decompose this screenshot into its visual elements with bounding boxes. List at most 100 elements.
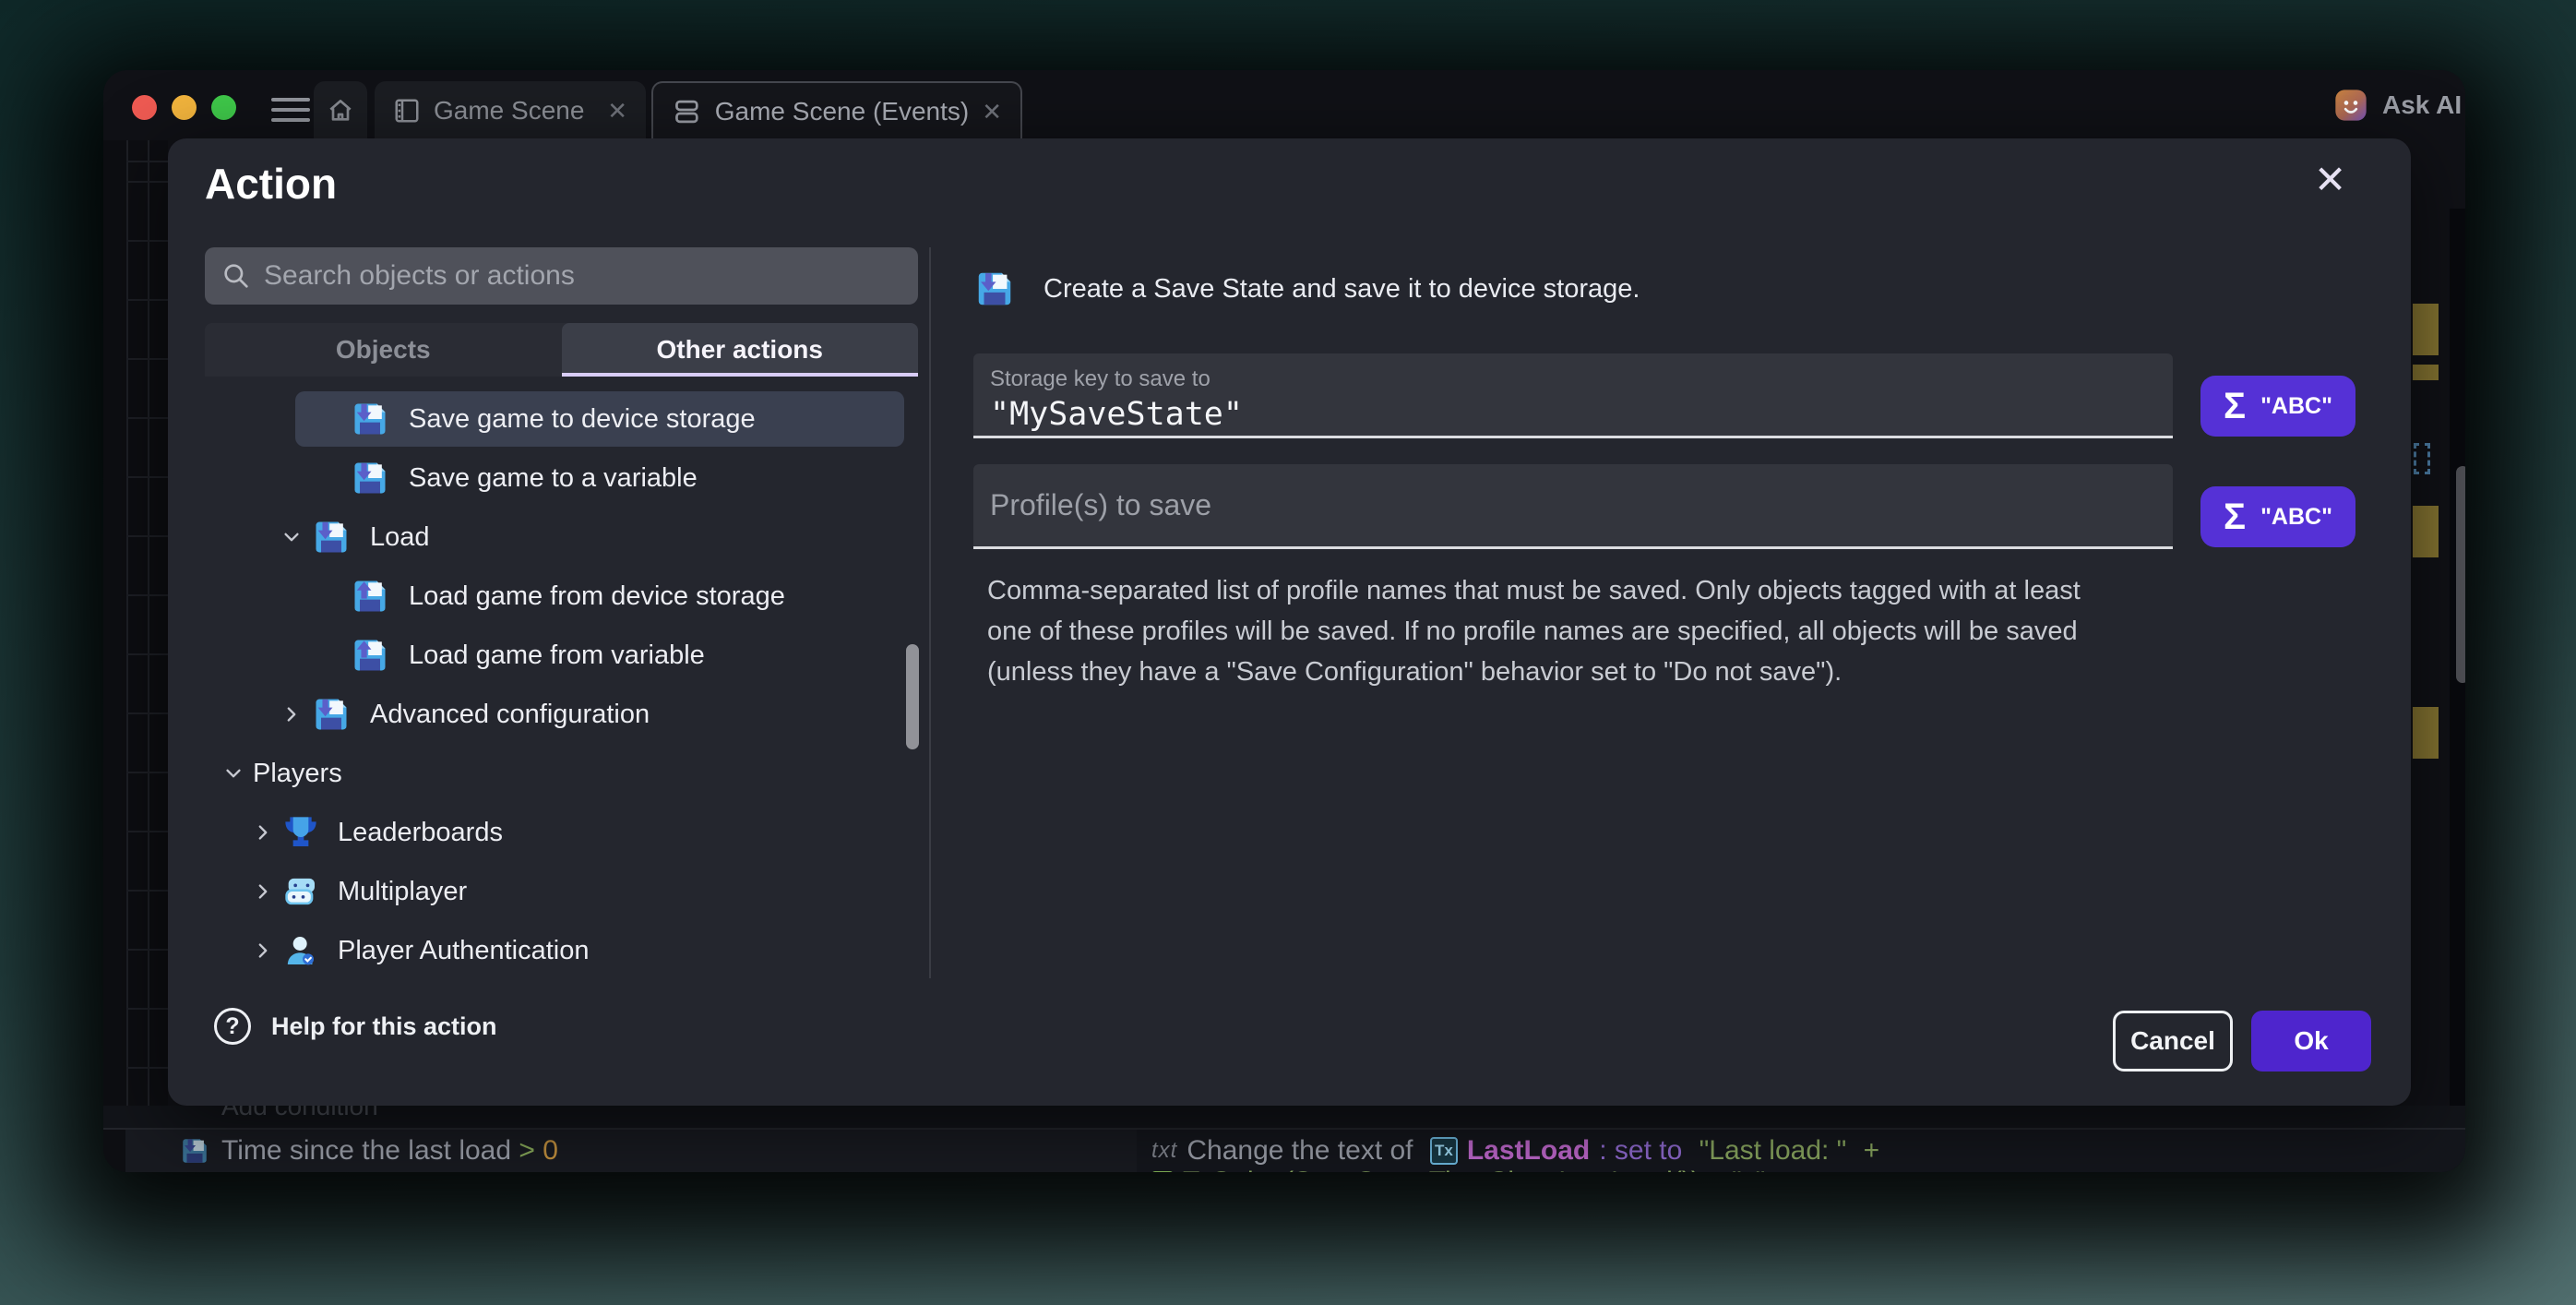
save-icon	[973, 268, 1016, 310]
tab-objects[interactable]: Objects	[205, 323, 562, 377]
storage-key-field[interactable]: Storage key to save to	[973, 353, 2173, 438]
gamepad-icon	[282, 873, 319, 910]
list-item-label: Load game from variable	[409, 641, 705, 671]
tab-label: Game Scene (Events)	[715, 97, 969, 126]
dialog-title: Action	[205, 159, 337, 209]
list-item-label: Multiplayer	[338, 877, 467, 907]
drop-indicator	[2414, 443, 2430, 474]
condition-text: Time since the last load > 0	[221, 1135, 558, 1167]
events-sheet: Add condition Time since the last load >…	[103, 1106, 2465, 1172]
actions-tree-list: Save game to device storage Save game to…	[205, 389, 924, 978]
list-item[interactable]: Leaderboards	[205, 803, 924, 862]
abc-label: "ABC"	[2260, 393, 2332, 420]
chevron-down-icon[interactable]	[221, 761, 245, 785]
tab-other-actions[interactable]: Other actions	[562, 323, 919, 377]
tab-game-scene-events[interactable]: Game Scene (Events) ✕	[651, 81, 1022, 140]
panel-divider	[929, 247, 931, 978]
help-link-label: Help for this action	[271, 1012, 497, 1041]
events-tab-icon	[672, 96, 702, 127]
list-item[interactable]: Players	[205, 744, 924, 803]
sigma-icon: Σ	[2224, 386, 2246, 427]
close-window-button[interactable]	[132, 95, 157, 120]
list-item-label: Leaderboards	[338, 818, 503, 848]
highlighted-action-fragment	[2413, 506, 2439, 557]
minimize-window-button[interactable]	[172, 95, 197, 120]
person-icon	[282, 932, 319, 969]
action-cell[interactable]: txt Change the text of Tx LastLoad : set t…	[1137, 1130, 2465, 1172]
tab-label: Game Scene	[434, 96, 584, 126]
home-tab[interactable]	[314, 81, 367, 140]
list-item-label: Player Authentication	[338, 936, 589, 966]
app-window: Game Scene ✕ Game Scene (Events) ✕ Ask A…	[103, 70, 2465, 1172]
action-dialog: Action ✕ Objects Other actions Save game…	[168, 138, 2411, 1106]
action-description: Create a Save State and save it to devic…	[973, 268, 1640, 310]
event-text-segment: : set to	[1599, 1135, 1689, 1167]
close-tab-icon[interactable]: ✕	[982, 98, 1002, 126]
profiles-field[interactable]	[973, 464, 2173, 549]
ok-button[interactable]: Ok	[2251, 1011, 2371, 1072]
scene-tab-icon	[393, 97, 421, 125]
list-item[interactable]: Player Authentication	[205, 921, 924, 978]
search-box	[205, 247, 918, 305]
help-for-action-link[interactable]: ? Help for this action	[214, 1008, 497, 1045]
ask-ai-button[interactable]: Ask AI	[2332, 87, 2462, 124]
expression-editor-button[interactable]: Σ "ABC"	[2200, 376, 2355, 437]
event-text-segment: LastLoad	[1467, 1135, 1590, 1167]
list-item[interactable]: Advanced configuration	[205, 685, 924, 744]
ask-ai-label: Ask AI	[2382, 90, 2462, 120]
events-scrollbar-thumb[interactable]	[2456, 466, 2465, 683]
search-icon	[221, 261, 251, 291]
abc-label: "ABC"	[2260, 504, 2332, 531]
text-action-icon: txt	[1151, 1138, 1177, 1164]
list-item-label: Save game to device storage	[409, 404, 756, 435]
load-icon	[350, 635, 390, 676]
load-icon	[350, 576, 390, 617]
trophy-icon	[282, 814, 319, 851]
storage-key-input[interactable]	[973, 392, 2173, 437]
event-gutter	[103, 1130, 125, 1172]
sigma-icon: Σ	[2224, 497, 2246, 538]
list-item[interactable]: Multiplayer	[205, 862, 924, 921]
profiles-input[interactable]	[973, 464, 2173, 526]
expression-editor-button[interactable]: Σ "ABC"	[2200, 486, 2355, 547]
menu-icon[interactable]	[271, 98, 310, 122]
text-object-icon: Tx	[1430, 1137, 1458, 1165]
list-item[interactable]: Load	[205, 508, 924, 567]
event-text-segment: ToString(SaveState.TimeSinceLastLoad()) …	[1183, 1167, 1765, 1172]
highlighted-action-fragment	[2413, 304, 2439, 355]
list-item[interactable]: Load game from variable	[205, 626, 924, 685]
action-text: Change the text of Tx LastLoad : set to "L…	[1187, 1135, 1879, 1167]
tab-game-scene[interactable]: Game Scene ✕	[375, 81, 646, 140]
close-dialog-icon[interactable]: ✕	[2314, 157, 2346, 202]
dialog-tabs: Objects Other actions	[205, 323, 918, 377]
save-icon	[311, 517, 352, 557]
list-item[interactable]: Save game to a variable	[205, 449, 924, 508]
list-item[interactable]: Load game from device storage	[205, 567, 924, 626]
help-icon: ?	[214, 1008, 251, 1045]
event-row[interactable]: Time since the last load > 0 txt Change …	[103, 1128, 2465, 1172]
event-text-segment: "Last load: "	[1699, 1135, 1854, 1167]
list-scrollbar-thumb[interactable]	[906, 644, 919, 749]
save-icon	[350, 399, 390, 439]
action-description-text: Create a Save State and save it to devic…	[1044, 274, 1640, 305]
list-item-label: Players	[253, 759, 342, 789]
event-text-segment: Change the text of	[1187, 1135, 1421, 1167]
search-input[interactable]	[264, 260, 918, 292]
window-controls	[132, 95, 236, 120]
expression-icon	[1151, 1171, 1174, 1172]
chevron-right-icon[interactable]	[251, 880, 275, 904]
home-icon	[326, 96, 355, 126]
list-item[interactable]: Save game to device storage	[205, 389, 924, 449]
event-text-segment: >	[519, 1135, 543, 1167]
event-text-segment: Time since the last load	[221, 1135, 519, 1167]
chevron-down-icon[interactable]	[280, 525, 304, 549]
cancel-button[interactable]: Cancel	[2113, 1011, 2233, 1072]
close-tab-icon[interactable]: ✕	[607, 97, 627, 126]
zoom-window-button[interactable]	[211, 95, 236, 120]
save-icon	[179, 1135, 210, 1167]
condition-cell[interactable]: Time since the last load > 0	[125, 1130, 1137, 1172]
chevron-right-icon[interactable]	[280, 702, 304, 726]
chevron-right-icon[interactable]	[251, 939, 275, 963]
chevron-right-icon[interactable]	[251, 820, 275, 844]
highlighted-action-fragment	[2413, 707, 2439, 759]
